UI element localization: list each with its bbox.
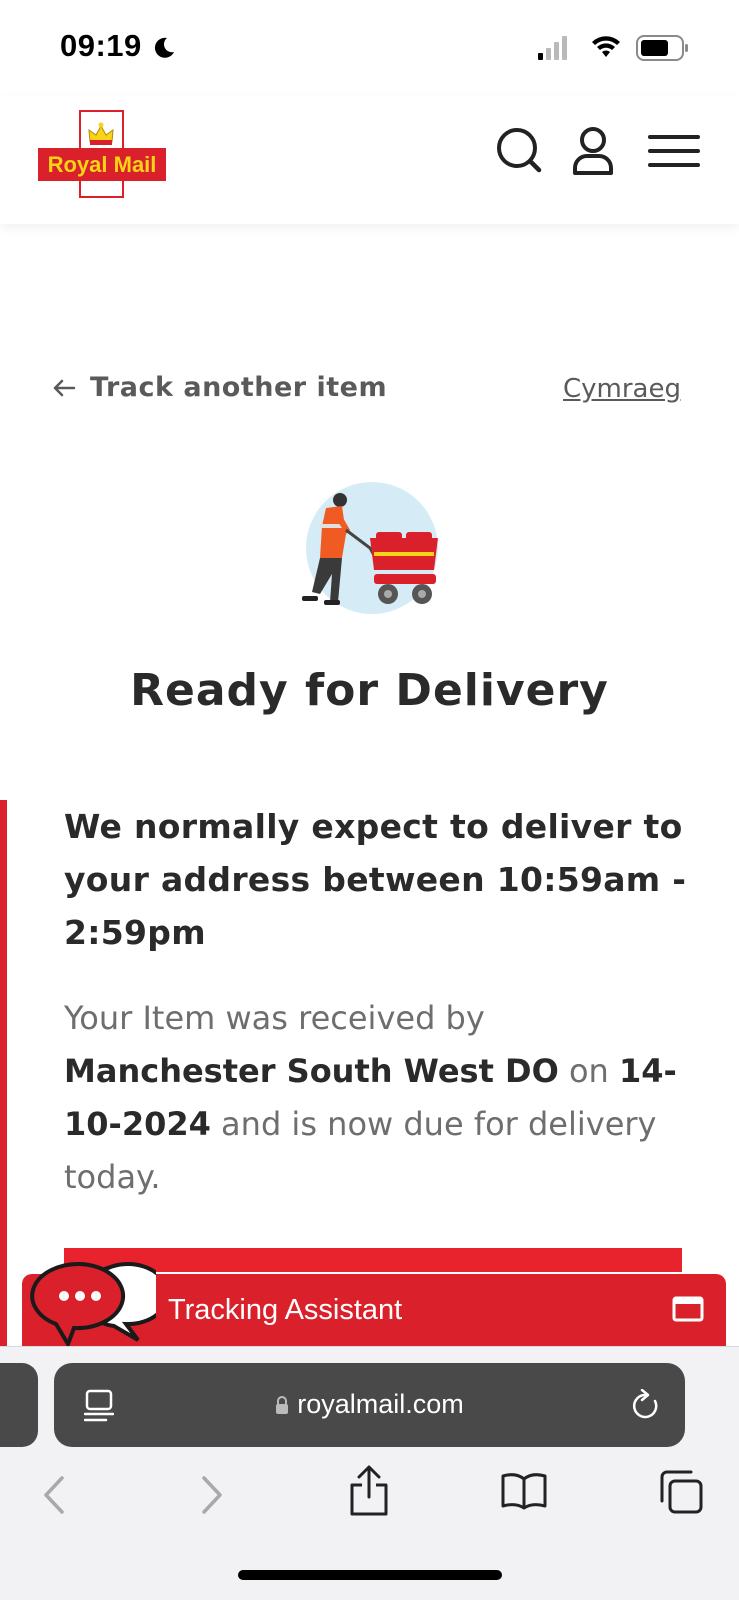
reload-icon[interactable]: [631, 1389, 661, 1423]
previous-tab-pill[interactable]: [0, 1363, 38, 1447]
search-icon[interactable]: [495, 126, 543, 176]
site-header: Royal Mail: [0, 96, 739, 224]
expand-window-icon[interactable]: [672, 1296, 704, 1322]
status-time: 09:19: [60, 28, 142, 63]
lock-icon: [276, 1396, 289, 1414]
share-icon[interactable]: [348, 1465, 390, 1517]
menu-icon[interactable]: [648, 134, 700, 168]
bookmarks-icon[interactable]: [500, 1471, 548, 1511]
received-on: on: [558, 1052, 619, 1090]
track-another-item-link[interactable]: Track another item: [52, 372, 387, 403]
home-indicator[interactable]: [238, 1570, 502, 1580]
royal-mail-logo[interactable]: Royal Mail: [37, 110, 167, 198]
arrow-left-icon: [53, 379, 76, 396]
action-button-top[interactable]: [64, 1248, 682, 1272]
tabs-icon[interactable]: [658, 1469, 704, 1515]
forward-icon[interactable]: [198, 1475, 226, 1515]
delivery-office: Manchester South West DO: [64, 1052, 559, 1090]
cellular-signal-icon: [538, 36, 567, 60]
received-prefix: Your Item was received by: [64, 999, 485, 1037]
chat-bubbles-icon[interactable]: [30, 1254, 156, 1346]
delivery-status-title: Ready for Delivery: [130, 665, 609, 716]
language-toggle-link[interactable]: Cymraeg: [563, 374, 681, 404]
browser-chrome: royalmail.com: [0, 1346, 739, 1600]
url-display[interactable]: royalmail.com: [54, 1389, 685, 1420]
status-bar: 09:19: [0, 0, 739, 96]
logo-text: Royal Mail: [48, 152, 157, 177]
track-another-item-label: Track another item: [90, 372, 388, 403]
postman-trolley-illustration: [302, 482, 438, 614]
expected-delivery-window: We normally expect to deliver to your ad…: [64, 807, 687, 952]
back-icon[interactable]: [40, 1475, 68, 1515]
tracking-assistant-label: Tracking Assistant: [168, 1294, 403, 1326]
wifi-icon: [592, 36, 620, 57]
status-accent-bar: [0, 800, 7, 1346]
received-details: Your Item was received by Manchester Sou…: [64, 992, 704, 1204]
url-text: royalmail.com: [297, 1389, 464, 1419]
account-icon[interactable]: [572, 126, 614, 176]
address-bar[interactable]: royalmail.com: [54, 1363, 685, 1447]
battery-icon: [636, 35, 688, 61]
moon-icon: [154, 37, 174, 58]
